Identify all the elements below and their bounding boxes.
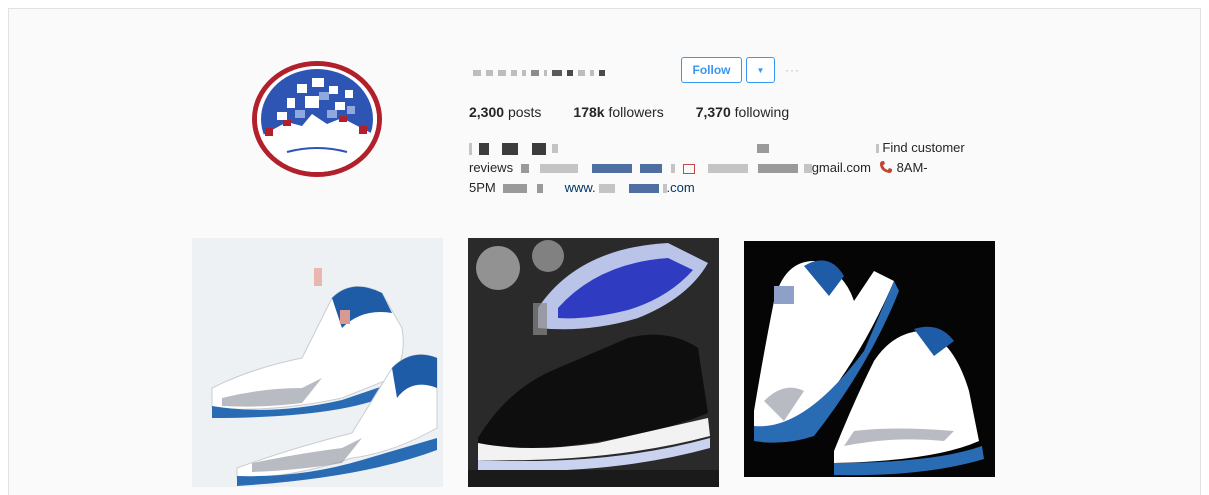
posts-count: 2,300 posts (469, 104, 541, 120)
sneakers-black-patent-image (468, 238, 719, 487)
followers-label: followers (608, 104, 664, 120)
bio-find-text: Find customer (882, 140, 965, 155)
bio-line-3: 5PM www. .com (469, 178, 979, 198)
bio-hours-end: 5PM (469, 180, 496, 195)
followers-count[interactable]: 178k followers (573, 104, 663, 120)
following-label: following (734, 104, 790, 120)
following-value: 7,370 (695, 104, 731, 120)
bio-email-domain[interactable]: gmail.com (812, 160, 871, 175)
phone-icon (879, 161, 892, 173)
sneakers-white-blue-image (192, 238, 443, 487)
profile-avatar[interactable] (252, 61, 382, 177)
following-count[interactable]: 7,370 following (696, 104, 789, 120)
bio-reviews-text: reviews (469, 160, 514, 175)
profile-stats: 2,300 posts 178k followers 7,370 followi… (469, 104, 821, 120)
website-suffix[interactable]: .com (667, 180, 695, 195)
post-thumbnail-2[interactable] (468, 238, 719, 487)
post-thumbnail-3[interactable] (744, 241, 995, 477)
website-prefix[interactable]: www. (565, 180, 596, 195)
bio-hours-start: 8AM- (896, 160, 928, 175)
follow-button[interactable]: Follow (681, 57, 742, 83)
profile-bio: Find customer reviews gmail.com 8AM- 5PM… (469, 138, 979, 198)
mail-icon (682, 163, 695, 174)
posts-label: posts (507, 104, 542, 120)
post-thumbnail-1[interactable] (192, 238, 443, 487)
avatar-logo-image (257, 66, 377, 172)
followers-value: 178k (573, 104, 605, 120)
username-redacted[interactable] (473, 66, 605, 80)
website-link[interactable]: www. .com (565, 180, 695, 195)
chevron-down-icon[interactable]: ▼ (746, 57, 775, 83)
bio-line-1: Find customer (469, 138, 979, 158)
sneakers-on-black-image (744, 241, 995, 477)
posts-value: 2,300 (469, 104, 505, 120)
ellipsis-icon[interactable]: ··· (785, 63, 811, 77)
bio-line-2: reviews gmail.com 8AM- (469, 158, 979, 178)
